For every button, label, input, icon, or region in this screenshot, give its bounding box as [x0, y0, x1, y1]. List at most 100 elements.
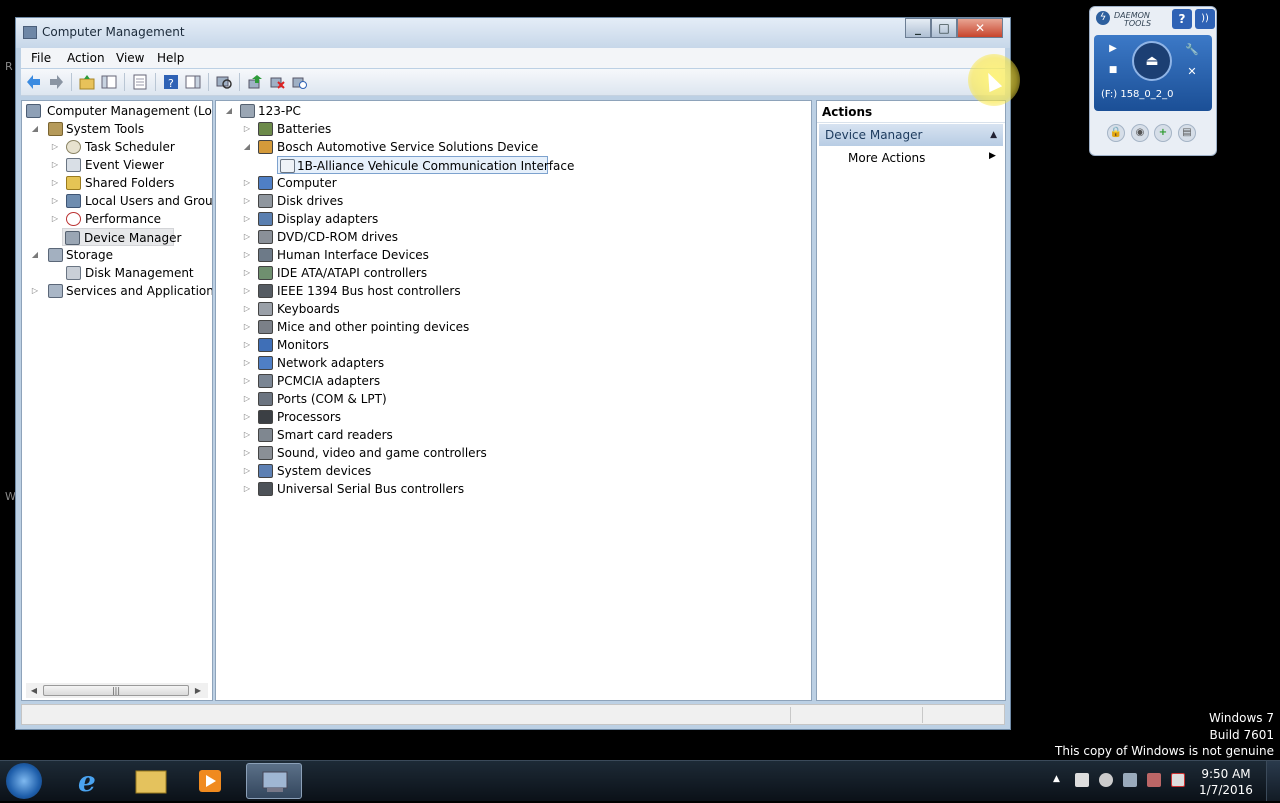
expand-arrow-icon[interactable]: ▷ — [242, 228, 252, 246]
stop-icon[interactable]: ■ — [1103, 65, 1123, 83]
add-drive-icon[interactable]: + — [1154, 124, 1172, 142]
collapse-arrow-icon[interactable]: ◢ — [30, 120, 40, 138]
expand-arrow-icon[interactable]: ▷ — [242, 390, 252, 408]
expand-arrow-icon[interactable]: ▷ — [242, 372, 252, 390]
internet-explorer-icon[interactable]: e — [62, 763, 118, 799]
menu-file[interactable]: File — [31, 51, 51, 65]
rss-icon[interactable]: )) — [1195, 9, 1215, 29]
expand-arrow-icon[interactable]: ▷ — [30, 282, 40, 300]
device-tray-icon[interactable] — [1075, 773, 1089, 787]
expand-arrow-icon[interactable]: ▷ — [242, 282, 252, 300]
maximize-button[interactable]: □ — [931, 18, 957, 38]
menu-help[interactable]: Help — [157, 51, 184, 65]
up-folder-icon[interactable] — [79, 74, 95, 90]
tree-item-device-manager[interactable]: Device Manager — [62, 228, 181, 246]
expand-arrow-icon[interactable]: ▷ — [242, 444, 252, 462]
collapse-caret-icon[interactable]: ▲ — [990, 124, 997, 146]
clock-time[interactable]: 9:50 AM — [1196, 767, 1256, 781]
daemon-drive-panel: ▶ ■ ⏏ 🔧 ✕ (F:) 158_0_2_0 — [1094, 35, 1212, 111]
expand-arrow-icon[interactable]: ▷ — [242, 120, 252, 138]
scroll-left-arrow-icon[interactable]: ◀ — [28, 683, 40, 698]
scroll-thumb[interactable]: ||| — [43, 685, 189, 696]
menu-action[interactable]: Action — [67, 51, 105, 65]
expand-arrow-icon[interactable]: ▷ — [50, 156, 60, 174]
expand-arrow-icon[interactable]: ▷ — [50, 210, 60, 228]
close-button[interactable]: ✕ — [957, 18, 1003, 38]
lock-icon[interactable]: 🔒 — [1107, 124, 1125, 142]
expand-arrow-icon[interactable]: ▷ — [242, 264, 252, 282]
media-player-icon[interactable] — [182, 763, 238, 799]
expand-arrow-icon[interactable]: ▷ — [50, 192, 60, 210]
disk-icon — [66, 266, 81, 280]
expand-arrow-icon[interactable]: ▷ — [242, 318, 252, 336]
actions-header: Actions — [817, 101, 1005, 123]
watermark-line: This copy of Windows is not genuine — [1055, 744, 1274, 758]
expand-arrow-icon[interactable]: ▷ — [242, 480, 252, 498]
expand-arrow-icon[interactable]: ▷ — [50, 138, 60, 156]
help-icon[interactable]: ? — [163, 74, 179, 90]
expand-arrow-icon[interactable]: ▷ — [242, 192, 252, 210]
show-hide-action-pane-icon[interactable] — [185, 74, 201, 90]
start-button[interactable] — [6, 763, 42, 799]
drive-settings-icon[interactable]: ▤ — [1178, 124, 1196, 142]
back-icon[interactable] — [26, 74, 42, 90]
show-hidden-icons-icon[interactable]: ▲ — [1053, 774, 1060, 784]
collapse-arrow-icon[interactable]: ◢ — [224, 102, 234, 120]
wrench-icon[interactable]: 🔧 — [1182, 43, 1202, 61]
properties-icon[interactable] — [132, 74, 148, 90]
device-category-icon — [258, 464, 273, 478]
device-tree-pane: ◢ 123-PC ▷ Batteries ◢ Bosch Automotive Ser… — [215, 100, 812, 701]
expand-arrow-icon[interactable]: ▷ — [242, 210, 252, 228]
security-icon[interactable] — [1147, 773, 1161, 787]
virtual-drive-icon[interactable]: ⏏ — [1132, 41, 1172, 81]
device-category-icon — [258, 374, 273, 388]
collapse-arrow-icon[interactable]: ◢ — [242, 138, 252, 156]
expand-arrow-icon[interactable]: ▷ — [242, 174, 252, 192]
expand-arrow-icon[interactable]: ▷ — [242, 354, 252, 372]
unmount-icon[interactable]: ✕ — [1182, 65, 1202, 83]
tools-icon — [48, 122, 63, 136]
menu-view[interactable]: View — [116, 51, 144, 65]
expand-arrow-icon[interactable]: ▷ — [50, 174, 60, 192]
users-icon — [66, 194, 81, 208]
svg-text:e: e — [78, 765, 96, 798]
clock-date[interactable]: 1/7/2016 — [1196, 783, 1256, 797]
action-center-icon[interactable] — [1171, 773, 1185, 787]
title-bar[interactable]: Computer Management _ □ ✕ — [16, 18, 1010, 48]
computer-management-taskbar-button[interactable] — [246, 763, 302, 799]
network-icon[interactable] — [1123, 773, 1137, 787]
more-actions-item[interactable]: More Actions — [848, 151, 925, 165]
device-category-label: Bosch Automotive Service Solutions Devic… — [277, 140, 539, 154]
show-hide-console-tree-icon[interactable] — [101, 74, 117, 90]
file-explorer-icon[interactable] — [122, 763, 178, 799]
volume-icon[interactable] — [1099, 773, 1113, 787]
device-category-label: IEEE 1394 Bus host controllers — [277, 284, 461, 298]
daemon-help-button[interactable]: ? — [1172, 9, 1192, 29]
expand-arrow-icon[interactable]: ▷ — [242, 408, 252, 426]
horizontal-scrollbar[interactable]: ◀ ||| ▶ — [26, 683, 208, 698]
expand-arrow-icon[interactable]: ▷ — [242, 426, 252, 444]
update-driver-icon[interactable] — [247, 74, 263, 90]
minimize-button[interactable]: _ — [905, 18, 931, 38]
play-icon[interactable]: ▶ — [1103, 43, 1123, 61]
tree-label: 123-PC — [258, 104, 301, 118]
submenu-arrow-icon[interactable]: ▶ — [989, 151, 996, 161]
collapse-arrow-icon[interactable]: ◢ — [30, 246, 40, 264]
expand-arrow-icon[interactable]: ▷ — [242, 462, 252, 480]
scan-hardware-changes-icon[interactable] — [216, 74, 232, 90]
device-category-icon — [258, 446, 273, 460]
watermark-line: Windows 7 — [1208, 711, 1274, 725]
tree-label: Services and Applications — [66, 284, 213, 298]
device-category-icon — [258, 482, 273, 496]
scroll-right-arrow-icon[interactable]: ▶ — [192, 683, 204, 698]
forward-icon[interactable] — [48, 74, 64, 90]
uninstall-icon[interactable] — [269, 74, 285, 90]
image-catalog-icon[interactable]: ◉ — [1131, 124, 1149, 142]
expand-arrow-icon[interactable]: ▷ — [242, 246, 252, 264]
device-item-alliance-vci[interactable]: 1B-Alliance Vehicule Communication Inter… — [277, 156, 574, 174]
expand-arrow-icon[interactable]: ▷ — [242, 336, 252, 354]
actions-section-device-manager[interactable]: Device Manager ▲ — [819, 124, 1003, 146]
expand-arrow-icon[interactable]: ▷ — [242, 300, 252, 318]
show-desktop-button[interactable] — [1266, 761, 1280, 801]
enable-device-icon[interactable] — [291, 74, 307, 90]
